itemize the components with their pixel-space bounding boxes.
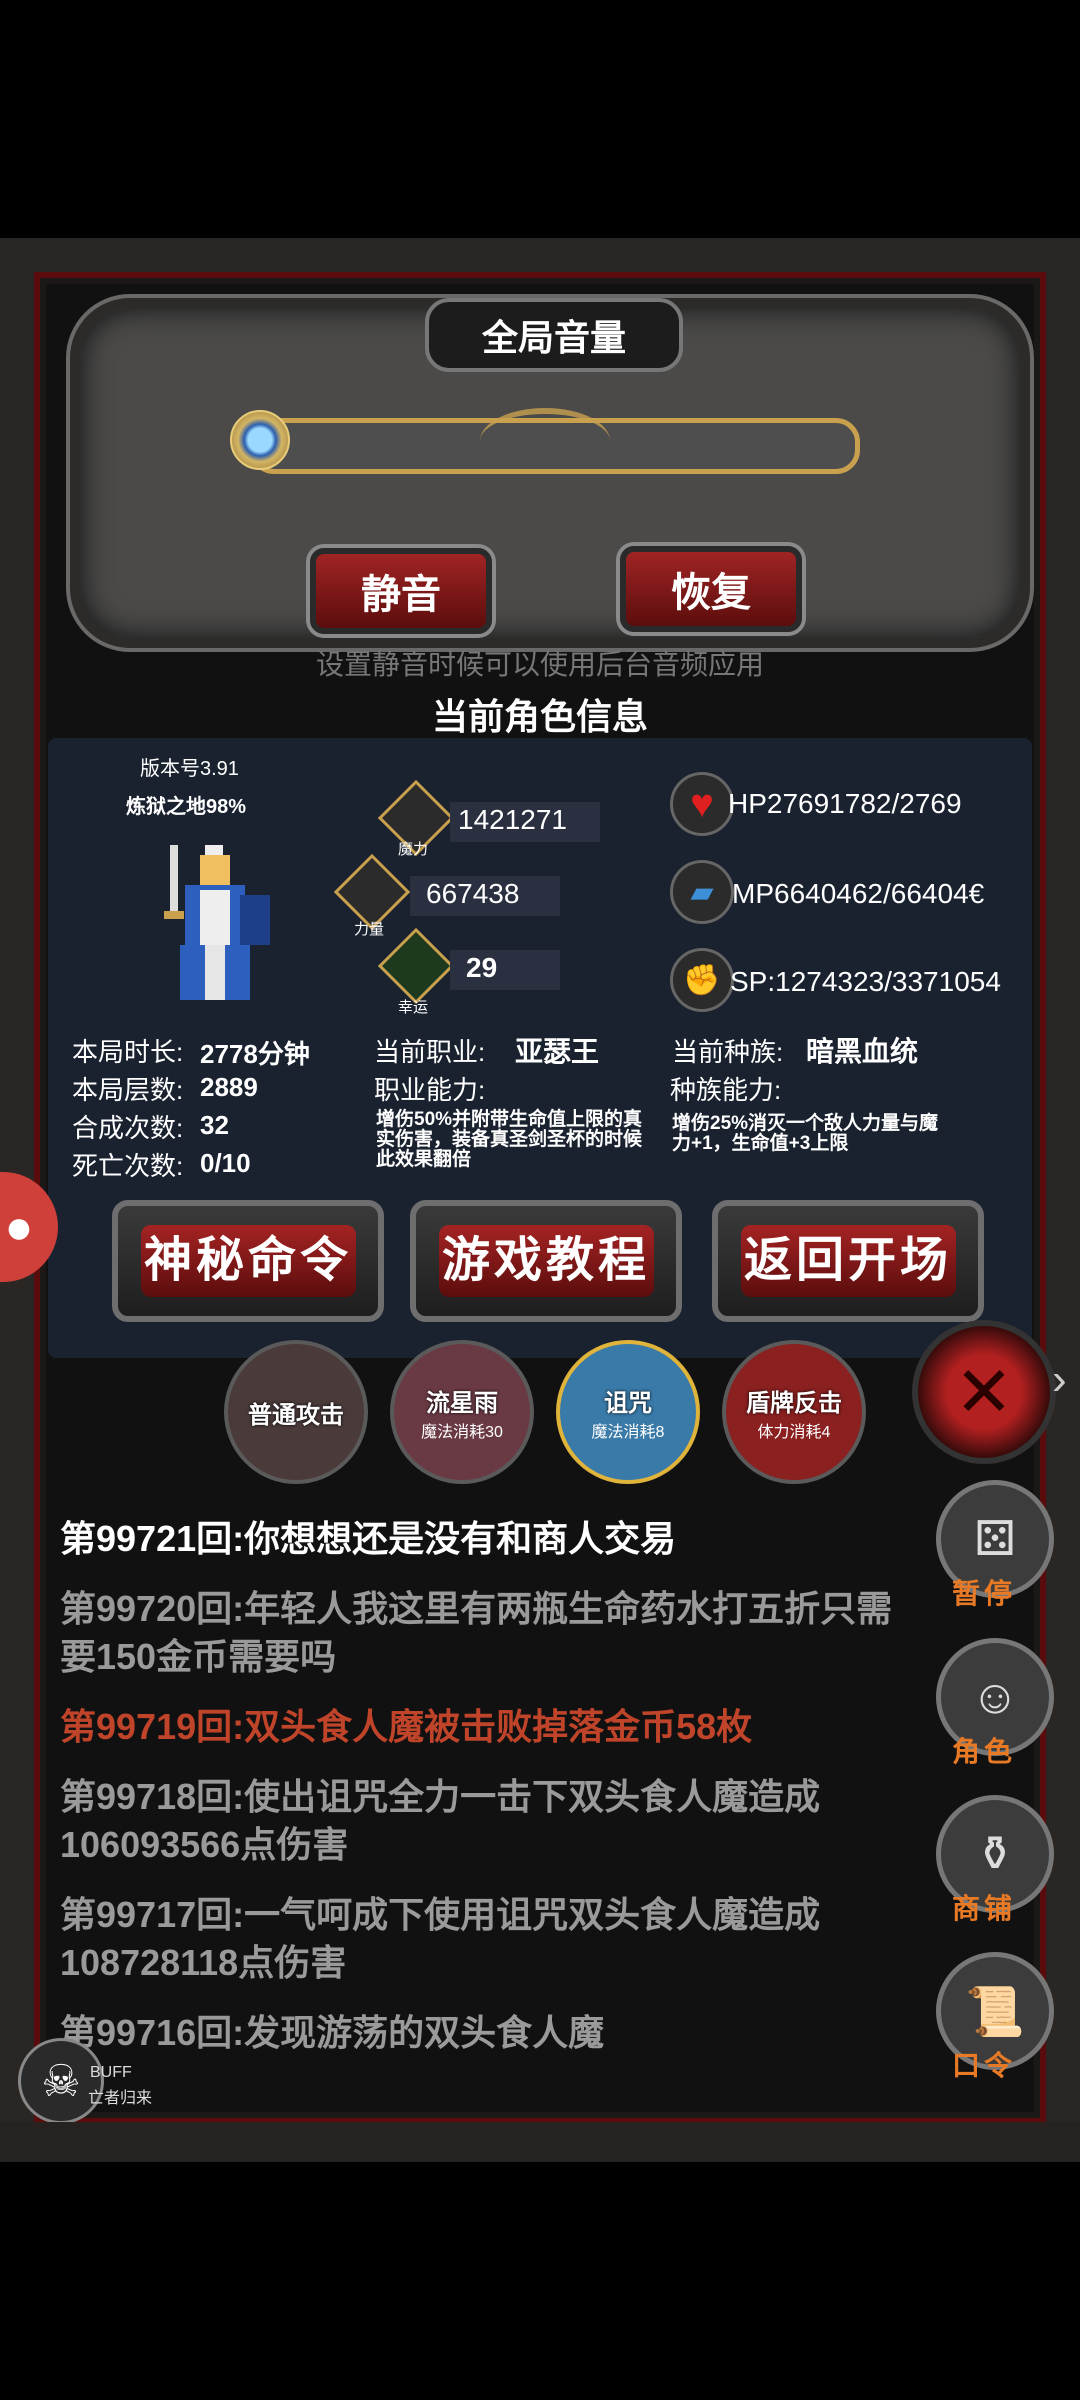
floors-value: 2889 (200, 1072, 258, 1102)
class-ability-label: 职业能力: (374, 1075, 486, 1105)
skill-cost: 体力消耗4 (757, 1423, 831, 1441)
mp-attr: ▰ (670, 860, 734, 924)
pause-label: 暂停 (952, 1578, 1017, 1609)
sp-attr: ✊ (670, 948, 734, 1012)
duration-value: 2778分钟 (200, 1039, 310, 1069)
synth-value: 32 (200, 1110, 229, 1140)
skill-meteor-rain[interactable]: 流星雨 魔法消耗30 (390, 1340, 534, 1484)
death-value: 0/10 (200, 1148, 251, 1178)
restore-button[interactable]: 恢复 (620, 546, 802, 632)
role-label: 角色 (952, 1736, 1017, 1767)
magic-label: 魔力 (398, 841, 429, 858)
character-info-title: 当前角色信息 (431, 696, 648, 737)
power-label: 力量 (354, 921, 385, 938)
log-entry: 第99720回:年轻人我这里有两瓶生命药水打五折只需要150金币需要吗 (60, 1588, 893, 1677)
skill-curse[interactable]: 诅咒 魔法消耗8 (556, 1340, 700, 1484)
command-label: 口令 (952, 2050, 1017, 2081)
sp-value: SP:1274323/3371054 (730, 966, 1001, 997)
death-label: 死亡次数: (72, 1151, 184, 1181)
skill-cost: 魔法消耗8 (591, 1423, 665, 1441)
tutorial-button[interactable]: 游戏教程 (410, 1200, 682, 1322)
mp-icon: ▰ (670, 860, 734, 924)
skill-normal-attack[interactable]: 普通攻击 (224, 1340, 368, 1484)
bottom-border (0, 2122, 1080, 2162)
skill-cost: 魔法消耗30 (421, 1423, 503, 1441)
volume-note: 设置静音时候可以使用后台音频应用 (315, 649, 764, 680)
heart-icon: ♥ (670, 772, 734, 836)
log-entry: 第99721回:你想想还是没有和商人交易 (60, 1518, 677, 1559)
skill-name: 诅咒 (604, 1389, 652, 1417)
race-ability-label: 种族能力: (670, 1075, 782, 1105)
return-start-label: 返回开场 (740, 1225, 956, 1297)
skill-name: 盾牌反击 (746, 1389, 842, 1417)
clover-icon (377, 927, 455, 1005)
secret-command-label: 神秘命令 (140, 1225, 356, 1297)
skull-icon: ☠ (41, 2056, 81, 2106)
volume-title: 全局音量 (481, 317, 626, 358)
slider-ornament (480, 408, 610, 474)
luck-attr (377, 927, 455, 1005)
secret-command-button[interactable]: 神秘命令 (112, 1200, 384, 1322)
skill-name: 普通攻击 (248, 1401, 344, 1429)
log-entry: 第99719回:双头食人魔被击败掉落金币58枚 (60, 1706, 753, 1747)
mute-button[interactable]: 静音 (310, 548, 492, 634)
floors-label: 本局层数: (72, 1075, 184, 1105)
volume-slider-knob[interactable] (230, 410, 290, 470)
close-button[interactable]: ✕ (912, 1320, 1056, 1464)
version-label: 版本号3.91 (140, 758, 239, 780)
log-entry: 第99718回:使出诅咒全力一击下双头食人魔造成106093566点伤害 (60, 1776, 821, 1865)
luck-value: 29 (466, 952, 498, 983)
race-value: 暗黑血统 (806, 1036, 919, 1067)
log-entry: 第99716回:发现游荡的双头食人魔 (60, 2012, 605, 2053)
shop-icon: ⚱ (974, 1828, 1016, 1881)
mp-value: MP6640462/66404€ (732, 878, 985, 909)
class-label: 当前职业: (374, 1037, 486, 1067)
skill-name: 流星雨 (426, 1389, 498, 1417)
buff-sub-label: 亡者归来 (88, 2090, 153, 2107)
strength-icon: ✊ (670, 948, 734, 1012)
class-value: 亚瑟王 (515, 1036, 600, 1067)
chevron-right-icon[interactable]: › (1052, 1355, 1067, 1405)
volume-title-plate: 全局音量 (425, 298, 683, 372)
volume-panel: 全局音量 静音 恢复 (70, 298, 1030, 648)
duration-label: 本局时长: (72, 1037, 184, 1067)
luck-label: 幸运 (398, 999, 429, 1016)
tutorial-label: 游戏教程 (438, 1225, 654, 1297)
person-icon: ● (4, 1200, 34, 1254)
synth-label: 合成次数: (72, 1113, 184, 1143)
realm-label: 炼狱之地98% (126, 796, 247, 818)
battle-log: 第99721回:你想想还是没有和商人交易第99720回:年轻人我这里有两瓶生命药… (60, 1515, 920, 2079)
log-entry: 第99717回:一气呵成下使用诅咒双头食人魔造成108728118点伤害 (60, 1894, 821, 1983)
skill-shield-counter[interactable]: 盾牌反击 体力消耗4 (722, 1340, 866, 1484)
race-label: 当前种族: (672, 1037, 784, 1067)
hp-attr: ♥ (670, 772, 734, 836)
hooded-figure-icon: ☺ (970, 1670, 1020, 1724)
return-start-button[interactable]: 返回开场 (712, 1200, 984, 1322)
class-ability-desc: 增伤50%并附带生命值上限的真实伤害，装备真圣剑圣杯的时候此效果翻倍 (376, 1109, 643, 1170)
scroll-icon: 📜 (965, 1985, 1025, 2039)
dice-icon: ⚄ (974, 1513, 1016, 1566)
close-icon: ✕ (954, 1353, 1014, 1431)
shop-label: 商铺 (952, 1893, 1017, 1924)
buff-label: BUFF (90, 2064, 132, 2081)
hero-sprite (164, 845, 270, 1000)
power-value: 667438 (426, 878, 520, 909)
power-attr (333, 853, 411, 931)
hp-value: HP27691782/2769 (728, 788, 962, 819)
magic-value: 1421271 (458, 804, 568, 835)
race-ability-desc: 增伤25%消灭一个敌人力量与魔力+1，生命值+3上限 (672, 1113, 939, 1154)
